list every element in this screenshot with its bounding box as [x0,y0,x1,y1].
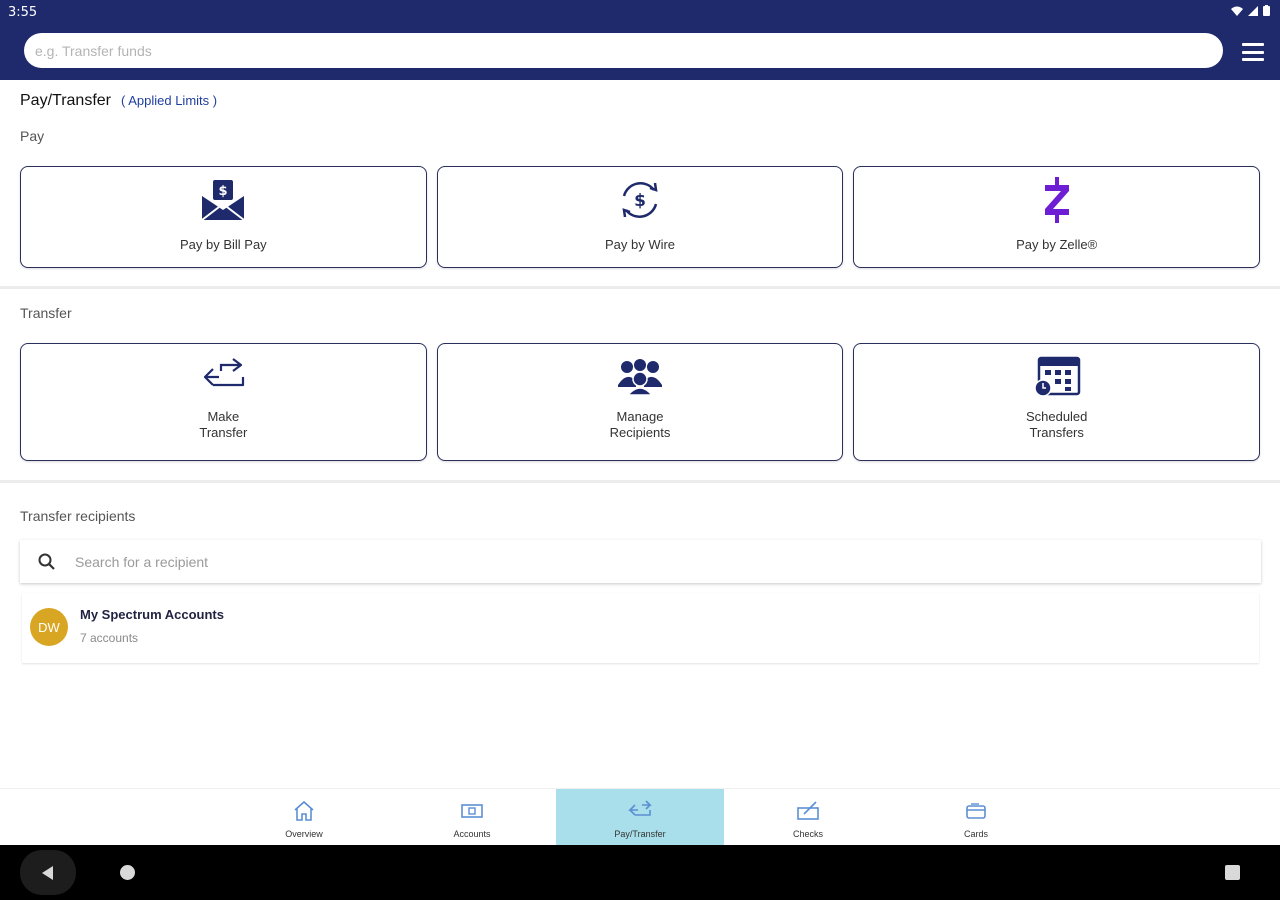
svg-text:$: $ [219,184,228,199]
recipient-list-item[interactable]: DW My Spectrum Accounts 7 accounts [22,593,1259,663]
hamburger-menu-icon[interactable] [1242,43,1264,61]
global-search-input[interactable]: e.g. Transfer funds [24,33,1223,68]
system-nav-bar [0,845,1280,900]
status-icons [1231,5,1270,16]
home-icon [292,799,316,823]
global-search-placeholder: e.g. Transfer funds [35,42,152,59]
pay-tiles: $ Pay by Bill Pay $ Pay by Wire Pay by Z… [20,166,1261,268]
tab-pay-transfer[interactable]: Pay/Transfer [556,789,724,846]
tab-overview-label: Overview [285,829,323,839]
recipient-subtitle: 7 accounts [80,631,139,645]
calendar-clock-icon [1033,352,1081,402]
tab-overview[interactable]: Overview [220,789,388,846]
home-button[interactable] [120,865,135,880]
wire-dollar-cycle-icon: $ [617,175,663,225]
tab-cards[interactable]: Cards [892,789,1060,846]
tab-accounts-label: Accounts [453,829,491,839]
pay-by-zelle-label: Pay by Zelle® [1016,237,1098,252]
avatar: DW [30,608,68,646]
back-button[interactable] [20,850,76,895]
recipients-group-icon [616,352,664,402]
title-row: Pay/Transfer ( Applied Limits ) [20,92,217,110]
transfer-arrows-icon [199,352,247,402]
section-divider [0,480,1280,483]
manage-recipients-label: Manage Recipients [609,409,671,440]
section-divider [0,286,1280,289]
tab-checks-label: Checks [792,829,823,839]
recipients-section-label: Transfer recipients [20,508,136,524]
accounts-icon [460,799,484,823]
recipient-name: My Spectrum Accounts [80,607,224,622]
back-triangle-icon [42,865,53,880]
bottom-tab-bar: Overview Accounts Pay/Transfer Checks Ca… [0,788,1280,846]
transfer-tiles: Make Transfer Manage Recipients Schedule… [20,343,1261,461]
make-transfer-label: Make Transfer [199,409,248,440]
pay-section-label: Pay [20,128,45,144]
pay-by-wire-label: Pay by Wire [604,237,676,252]
transfer-section-label: Transfer [20,305,72,321]
zelle-icon [1040,175,1074,225]
svg-text:$: $ [634,191,646,211]
pay-by-bill-pay-button[interactable]: $ Pay by Bill Pay [20,166,427,268]
tab-accounts[interactable]: Accounts [388,789,556,846]
pay-by-zelle-button[interactable]: Pay by Zelle® [853,166,1261,268]
app-header: 3:55 e.g. Transfer funds [0,0,1280,80]
manage-recipients-button[interactable]: Manage Recipients [436,343,844,461]
status-time: 3:55 [8,5,38,20]
tab-checks[interactable]: Checks [724,789,892,846]
tab-pay-transfer-label: Pay/Transfer [614,829,666,839]
search-icon [38,553,55,570]
cards-icon [964,799,988,823]
pay-transfer-icon [627,799,653,823]
tab-cards-label: Cards [963,829,988,839]
make-transfer-button[interactable]: Make Transfer [20,343,427,461]
scheduled-transfers-button[interactable]: Scheduled Transfers [853,343,1261,461]
recipient-search-placeholder: Search for a recipient [75,553,209,570]
pay-by-bill-pay-label: Pay by Bill Pay [179,237,267,252]
pay-by-wire-button[interactable]: $ Pay by Wire [436,166,844,268]
recipient-search-input[interactable]: Search for a recipient [20,540,1261,583]
bill-pay-envelope-icon: $ [200,175,246,225]
scheduled-transfers-label: Scheduled Transfers [1025,409,1088,440]
signal-icon [1248,5,1258,16]
checks-icon [796,799,820,823]
recent-apps-button[interactable] [1225,865,1240,880]
battery-icon [1263,5,1270,16]
applied-limits-link[interactable]: ( Applied Limits ) [121,93,217,108]
wifi-icon [1231,6,1243,16]
page-title: Pay/Transfer [20,92,111,109]
